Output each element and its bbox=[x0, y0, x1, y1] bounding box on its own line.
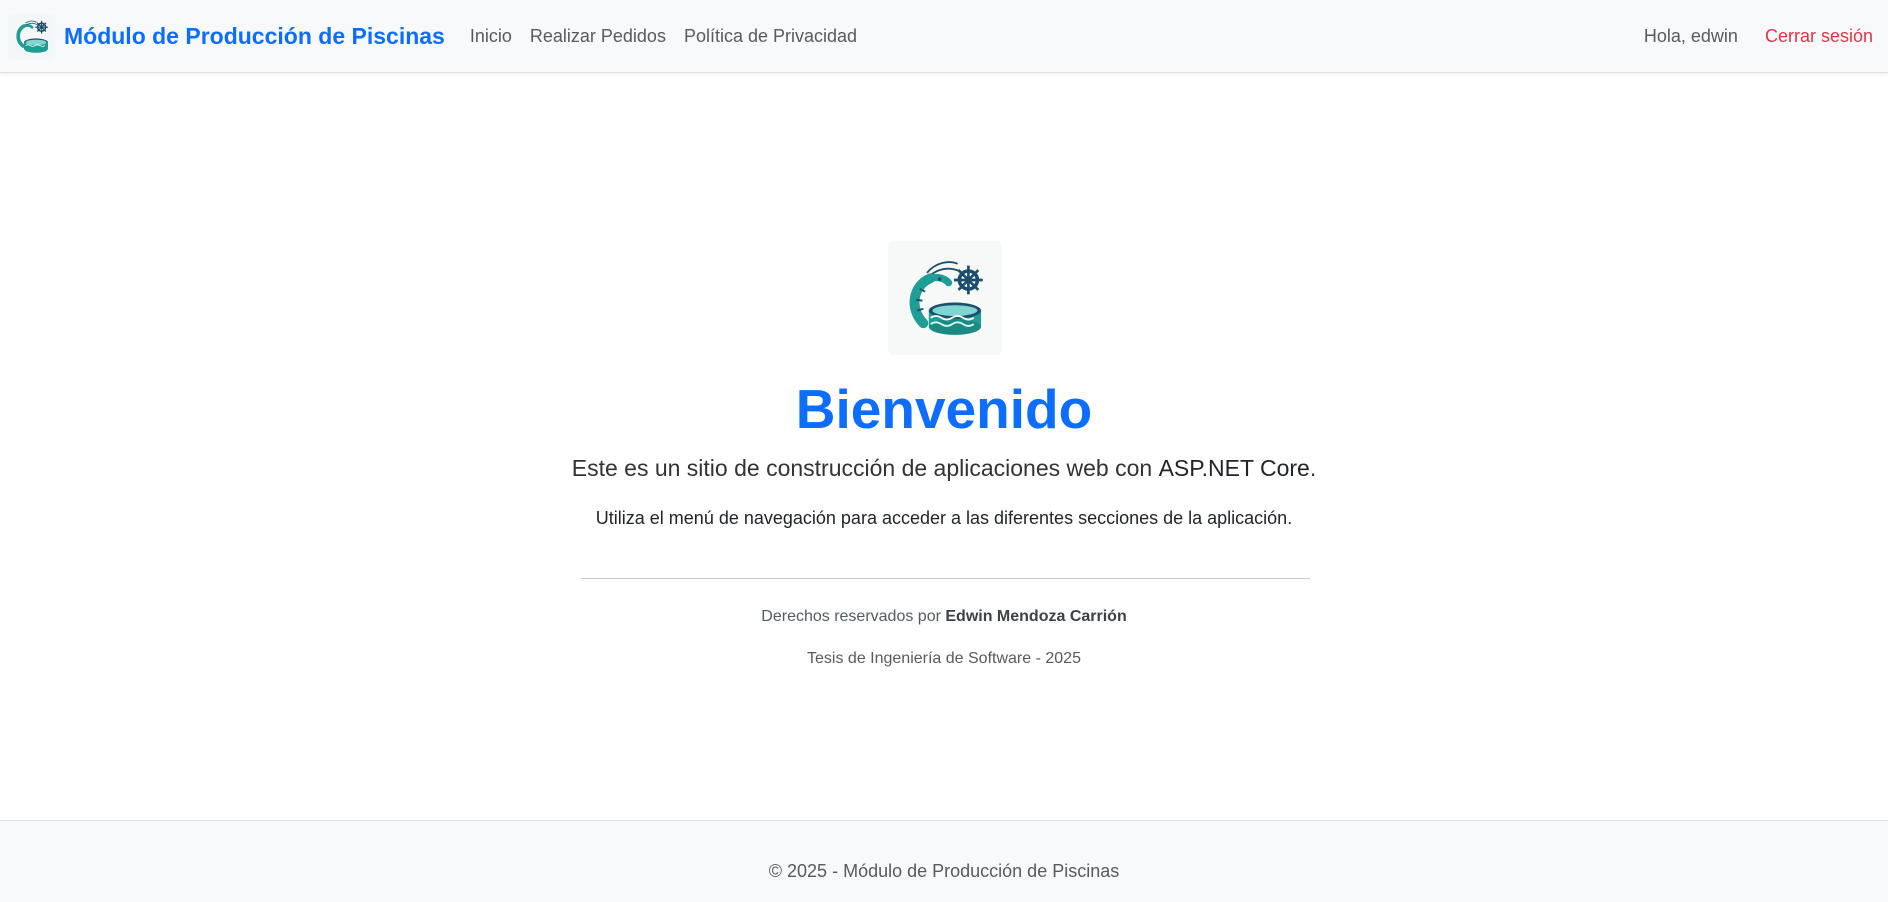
brand-title: Módulo de Producción de Piscinas bbox=[64, 22, 445, 49]
brand-link[interactable]: Módulo de Producción de Piscinas bbox=[8, 12, 445, 60]
lead-aspnet: ASP.NET Core bbox=[1158, 455, 1310, 481]
nav-links: Inicio Realizar Pedidos Política de Priv… bbox=[461, 26, 866, 47]
help-text: Utiliza el menú de navegación para acced… bbox=[595, 508, 1293, 528]
page-footer: © 2025 - Módulo de Producción de Piscina… bbox=[0, 820, 1888, 902]
nav-link-inicio[interactable]: Inicio bbox=[461, 26, 521, 47]
lead-text: Este es un sitio de construcción de apli… bbox=[0, 455, 1888, 482]
lead-prefix: Este es un sitio de construcción de apli… bbox=[571, 455, 1159, 481]
thesis-text: Tesis de Ingeniería de Software - 2025 bbox=[807, 650, 1081, 667]
main-content: Bienvenido Este es un sitio de construcc… bbox=[0, 73, 1888, 820]
shrimp-pool-logo-icon bbox=[8, 12, 55, 60]
rights-author: Edwin Mendoza Carrión bbox=[945, 608, 1127, 625]
rights-text: Derechos reservados por Edwin Mendoza Ca… bbox=[0, 608, 1888, 626]
user-greeting: Hola, edwin bbox=[1643, 25, 1738, 46]
lead-suffix: . bbox=[1309, 455, 1317, 481]
nav-link-politica-privacidad[interactable]: Política de Privacidad bbox=[675, 26, 866, 47]
rights-prefix: Derechos reservados por bbox=[761, 608, 946, 625]
section-divider bbox=[581, 578, 1310, 579]
footer-copyright: © 2025 - Módulo de Producción de Piscina… bbox=[768, 861, 1120, 881]
logout-button[interactable]: Cerrar sesión bbox=[1765, 26, 1873, 47]
welcome-title: Bienvenido bbox=[795, 378, 1093, 440]
top-navbar: Módulo de Producción de Piscinas Inicio … bbox=[0, 0, 1888, 73]
user-area: Hola, edwin Cerrar sesión bbox=[1644, 26, 1873, 47]
nav-link-realizar-pedidos[interactable]: Realizar Pedidos bbox=[521, 26, 675, 47]
shrimp-pool-logo-icon bbox=[888, 241, 1002, 355]
